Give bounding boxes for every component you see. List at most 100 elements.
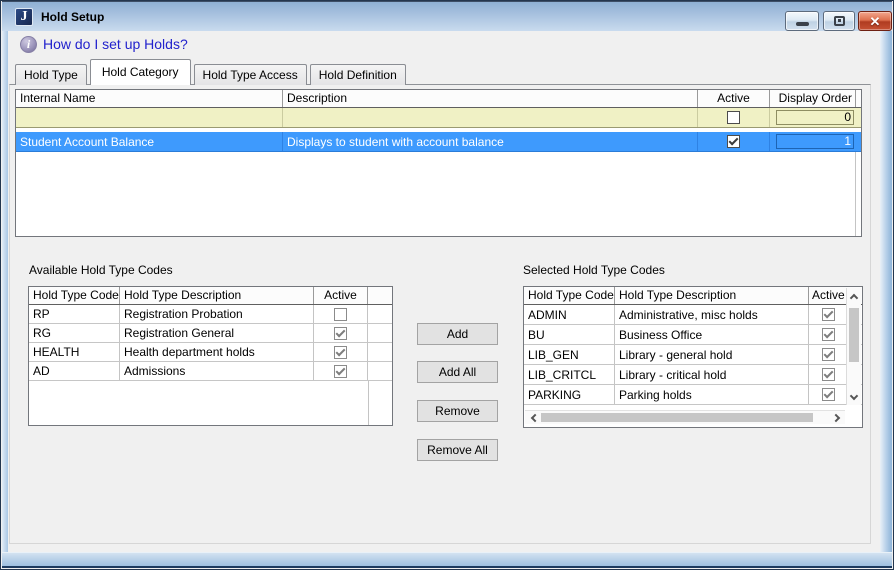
scroll-right-button[interactable]	[830, 411, 844, 425]
available-codes-grid: Hold Type Code Hold Type Description Act…	[28, 286, 393, 426]
display-order-value: 1	[776, 134, 854, 149]
table-row[interactable]: BUBusiness Office	[524, 325, 862, 345]
grid-rows: RPRegistration ProbationRGRegistration G…	[29, 305, 392, 381]
hold-type-description-cell: Parking holds	[615, 385, 809, 404]
active-checkbox[interactable]	[822, 328, 835, 341]
hold-type-code-cell: BU	[524, 325, 615, 344]
column-header-active[interactable]: Active	[809, 287, 847, 304]
close-icon: ✕	[870, 15, 881, 28]
hold-type-code-cell: HEALTH	[29, 343, 120, 361]
maximize-icon	[834, 16, 845, 26]
table-row[interactable]: RPRegistration Probation	[29, 305, 392, 324]
column-divider	[855, 152, 856, 236]
active-checkbox[interactable]	[727, 111, 740, 124]
hold-type-description-cell: Health department holds	[120, 343, 314, 361]
scroll-up-button[interactable]	[847, 289, 861, 303]
close-button[interactable]: ✕	[858, 11, 892, 31]
active-cell	[314, 324, 368, 342]
window-border-bottom	[2, 552, 892, 568]
vertical-scrollbar[interactable]	[846, 288, 861, 405]
grid-header: Hold Type Code Hold Type Description Act…	[29, 287, 392, 305]
active-cell	[809, 325, 847, 344]
column-header-internal-name[interactable]: Internal Name	[16, 90, 283, 107]
add-all-button[interactable]: Add All	[417, 361, 498, 383]
column-header-display-order[interactable]: Display Order	[770, 90, 856, 107]
grid-empty-area	[16, 152, 861, 236]
hold-type-code-cell: ADMIN	[524, 305, 615, 324]
selected-category-row[interactable]: Student Account Balance Displays to stud…	[16, 132, 861, 152]
active-cell	[314, 343, 368, 361]
tab-hold-type[interactable]: Hold Type	[15, 64, 87, 85]
column-header-active[interactable]: Active	[314, 287, 368, 304]
grid-empty-area	[29, 381, 392, 425]
tab-hold-type-access[interactable]: Hold Type Access	[194, 64, 307, 85]
new-entry-row[interactable]: 0	[16, 108, 861, 128]
column-divider	[368, 381, 369, 425]
active-cell	[809, 365, 847, 384]
remove-all-button[interactable]: Remove All	[417, 439, 498, 461]
minimize-button[interactable]	[785, 11, 819, 31]
active-checkbox[interactable]	[334, 365, 347, 378]
info-icon: i	[20, 36, 37, 53]
active-checkbox[interactable]	[334, 308, 347, 321]
grid-header: Hold Type Code Hold Type Description Act…	[524, 287, 862, 305]
horizontal-scrollbar[interactable]	[525, 410, 845, 424]
vertical-scroll-thumb[interactable]	[849, 308, 859, 362]
description-input[interactable]	[283, 108, 698, 127]
hold-type-code-cell: LIB_CRITCL	[524, 365, 615, 384]
app-icon: J	[15, 8, 33, 26]
display-order-cell[interactable]: 0	[770, 108, 856, 127]
chevron-up-icon	[850, 293, 858, 301]
table-row[interactable]: LIB_GENLibrary - general hold	[524, 345, 862, 365]
tab-hold-category[interactable]: Hold Category	[90, 59, 191, 85]
table-row[interactable]: HEALTHHealth department holds	[29, 343, 392, 362]
active-checkbox[interactable]	[822, 348, 835, 361]
window-title: Hold Setup	[41, 10, 104, 24]
minimize-icon	[796, 22, 809, 26]
tab-strip: Hold Type Hold Category Hold Type Access…	[15, 59, 409, 85]
maximize-button[interactable]	[823, 11, 855, 31]
remove-button[interactable]: Remove	[417, 400, 498, 422]
table-row[interactable]: PARKINGParking holds	[524, 385, 862, 405]
title-bar[interactable]: J Hold Setup ✕	[2, 1, 892, 31]
column-header-hold-type-description[interactable]: Hold Type Description	[120, 287, 314, 304]
hold-type-description-cell: Registration General	[120, 324, 314, 342]
scroll-down-button[interactable]	[847, 390, 861, 404]
active-checkbox[interactable]	[334, 346, 347, 359]
tab-hold-definition[interactable]: Hold Definition	[310, 64, 406, 85]
table-row[interactable]: ADMINAdministrative, misc holds	[524, 305, 862, 325]
active-cell	[314, 362, 368, 380]
active-cell	[809, 345, 847, 364]
active-checkbox[interactable]	[822, 308, 835, 321]
column-header-hold-type-code[interactable]: Hold Type Code	[29, 287, 120, 304]
active-cell	[809, 385, 847, 404]
add-button[interactable]: Add	[417, 323, 498, 345]
active-cell	[698, 132, 770, 151]
active-checkbox[interactable]	[334, 327, 347, 340]
hold-category-grid: Internal Name Description Active Display…	[15, 89, 862, 237]
selected-codes-grid: Hold Type Code Hold Type Description Act…	[523, 286, 863, 428]
horizontal-scroll-thumb[interactable]	[541, 413, 813, 422]
internal-name-cell: Student Account Balance	[16, 132, 283, 151]
hold-type-code-cell: RP	[29, 305, 120, 323]
hold-type-description-cell: Library - general hold	[615, 345, 809, 364]
chevron-right-icon	[831, 414, 839, 422]
help-link[interactable]: How do I set up Holds?	[43, 36, 188, 52]
internal-name-input[interactable]	[16, 108, 283, 127]
table-row[interactable]: ADAdmissions	[29, 362, 392, 381]
display-order-cell[interactable]: 1	[770, 132, 856, 151]
scroll-left-button[interactable]	[526, 411, 540, 425]
column-header-description[interactable]: Description	[283, 90, 698, 107]
hold-type-code-cell: LIB_GEN	[524, 345, 615, 364]
column-header-hold-type-code[interactable]: Hold Type Code	[524, 287, 615, 304]
active-checkbox[interactable]	[727, 135, 740, 148]
active-cell	[698, 108, 770, 127]
table-row[interactable]: LIB_CRITCLLibrary - critical hold	[524, 365, 862, 385]
column-header-hold-type-description[interactable]: Hold Type Description	[615, 287, 809, 304]
active-checkbox[interactable]	[822, 388, 835, 401]
table-row[interactable]: RGRegistration General	[29, 324, 392, 343]
column-header-active[interactable]: Active	[698, 90, 770, 107]
hold-type-code-cell: PARKING	[524, 385, 615, 404]
active-checkbox[interactable]	[822, 368, 835, 381]
hold-setup-window: J Hold Setup ✕ i How do I set up Holds? …	[0, 0, 894, 570]
